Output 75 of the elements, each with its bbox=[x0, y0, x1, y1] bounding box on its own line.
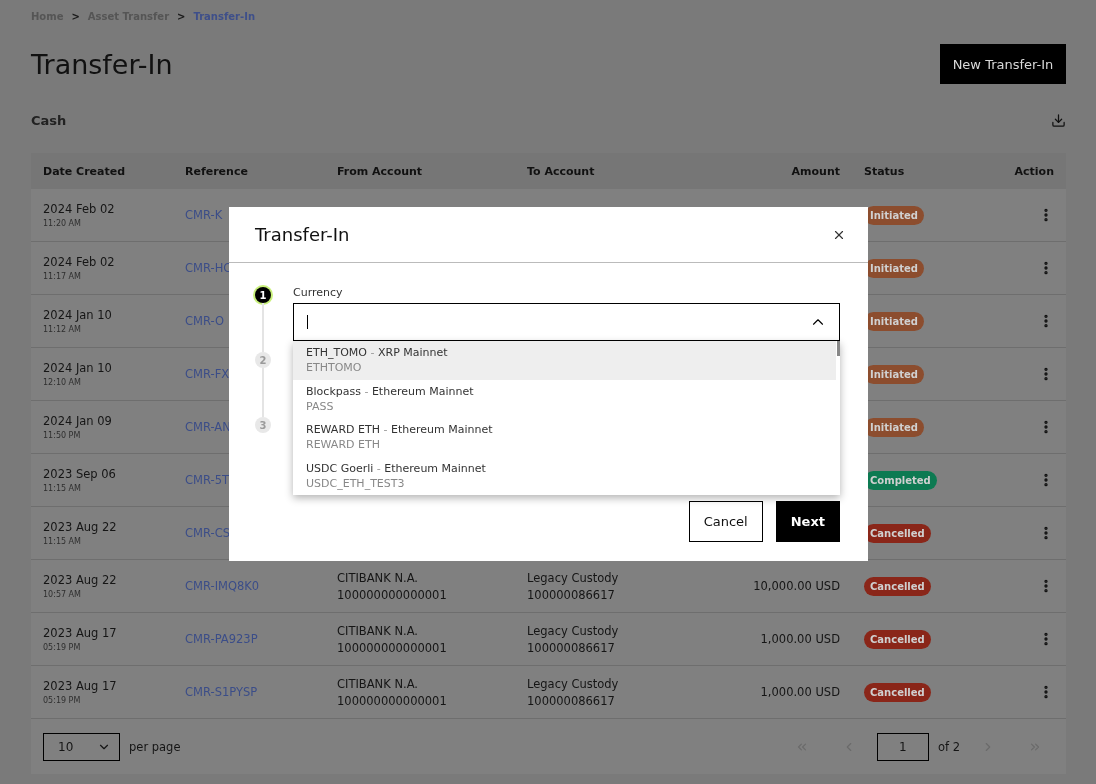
next-button[interactable]: Next bbox=[775, 501, 840, 542]
modal-title: Transfer-In bbox=[255, 224, 350, 245]
account-number: 100000000000001 bbox=[337, 693, 447, 708]
account-name: CITIBANK N.A. bbox=[337, 570, 418, 585]
step-indicator: 2 bbox=[255, 352, 271, 368]
breadcrumb-separator: > bbox=[71, 10, 80, 22]
breadcrumb-link[interactable]: Transfer-In bbox=[193, 10, 255, 22]
account-number: 100000086617 bbox=[527, 640, 615, 655]
dropdown-option[interactable]: ETH_TOMO - XRP Mainnet ETHTOMO bbox=[293, 341, 836, 380]
scrollbar-thumb[interactable] bbox=[837, 341, 840, 356]
time-text: 11:50 PM bbox=[43, 431, 81, 440]
account-name: Legacy Custody bbox=[527, 676, 619, 691]
column-header: Date Created bbox=[42, 164, 127, 178]
column-header: Status bbox=[863, 164, 906, 178]
time-text: 10:57 AM bbox=[43, 590, 81, 599]
step-indicator: 3 bbox=[255, 417, 271, 433]
date-text: 2023 Aug 17 bbox=[43, 679, 117, 693]
date-text: 2024 Feb 02 bbox=[43, 255, 115, 269]
reference-link[interactable]: CMR-CS bbox=[185, 526, 230, 540]
column-header: Action bbox=[1013, 164, 1055, 178]
reference-link[interactable]: CMR-S1PYSP bbox=[185, 685, 258, 699]
date-text: 2024 Jan 09 bbox=[43, 414, 112, 428]
reference-link[interactable]: CMR-K bbox=[185, 208, 223, 222]
column-header: From Account bbox=[336, 164, 424, 178]
reference-link[interactable]: CMR-IMQ8K0 bbox=[185, 579, 260, 593]
new-transfer-button[interactable]: New Transfer-In bbox=[940, 44, 1066, 84]
date-text: 2023 Aug 22 bbox=[43, 573, 117, 587]
account-name: Legacy Custody bbox=[527, 570, 619, 585]
account-number: 100000086617 bbox=[527, 587, 615, 602]
account-name: CITIBANK N.A. bbox=[337, 623, 418, 638]
page-title: Transfer-In bbox=[31, 48, 173, 80]
time-text: 11:15 AM bbox=[43, 484, 81, 493]
time-text: 11:12 AM bbox=[43, 325, 81, 334]
breadcrumb-separator: > bbox=[177, 10, 186, 22]
field-label: Currency bbox=[293, 286, 344, 300]
column-header: Reference bbox=[184, 164, 249, 178]
account-number: 100000086617 bbox=[527, 693, 615, 708]
date-text: 2024 Feb 02 bbox=[43, 202, 115, 216]
step-indicator: 1 bbox=[255, 287, 271, 303]
column-header: Amount bbox=[790, 164, 841, 178]
download-icon[interactable] bbox=[1051, 112, 1066, 128]
time-text: 12:10 AM bbox=[43, 378, 81, 387]
date-text: 2024 Jan 10 bbox=[43, 361, 112, 375]
amount-text: 1,000.00 USD bbox=[760, 632, 840, 646]
amount-text: 10,000.00 USD bbox=[753, 579, 840, 593]
time-text: 11:15 AM bbox=[43, 537, 81, 546]
date-text: 2023 Aug 17 bbox=[43, 626, 117, 640]
date-text: 2023 Sep 06 bbox=[43, 467, 116, 481]
reference-link[interactable]: CMR-HC bbox=[185, 261, 232, 275]
page-count: of 2 bbox=[937, 739, 960, 754]
account-name: CITIBANK N.A. bbox=[337, 676, 418, 691]
account-number: 100000000000001 bbox=[337, 640, 447, 655]
time-text: 11:17 AM bbox=[43, 272, 81, 281]
cancel-button[interactable]: Cancel bbox=[688, 501, 763, 542]
time-text: 05:19 PM bbox=[43, 643, 81, 652]
per-page-select[interactable]: 10 bbox=[43, 732, 120, 761]
account-name: Legacy Custody bbox=[527, 623, 619, 638]
time-text: 05:19 PM bbox=[43, 696, 81, 705]
status-badge: Cancelled bbox=[864, 576, 931, 596]
reference-link[interactable]: CMR-5T bbox=[185, 473, 229, 487]
section-title: Cash bbox=[31, 112, 67, 128]
page-input[interactable]: 1 bbox=[876, 732, 929, 761]
status-badge: Cancelled bbox=[864, 629, 931, 649]
reference-link[interactable]: CMR-FX bbox=[185, 367, 230, 381]
time-text: 11:20 AM bbox=[43, 219, 81, 228]
dropdown-option[interactable]: USDC Goerli - Ethereum Mainnet USDC_ETH_TEST3 bbox=[293, 456, 836, 495]
account-number: 100000000000001 bbox=[337, 587, 447, 602]
amount-text: 1,000.00 USD bbox=[760, 685, 840, 699]
reference-link[interactable]: CMR-PA923P bbox=[185, 632, 258, 646]
date-text: 2024 Jan 10 bbox=[43, 308, 112, 322]
per-page-label: per page bbox=[129, 739, 181, 754]
reference-link[interactable]: CMR-O bbox=[185, 314, 224, 328]
status-badge: Cancelled bbox=[864, 682, 931, 702]
column-header: To Account bbox=[526, 164, 596, 178]
date-text: 2023 Aug 22 bbox=[43, 520, 117, 534]
